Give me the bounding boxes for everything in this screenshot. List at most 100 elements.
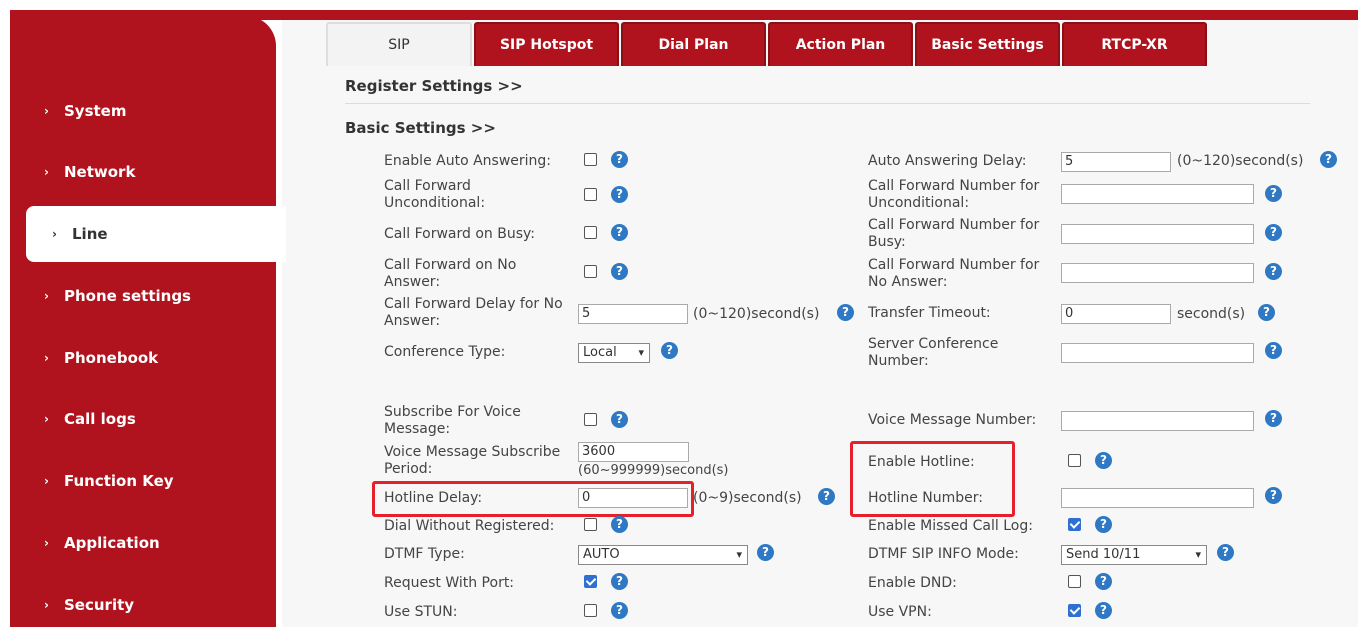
help-icon[interactable]: ?	[1265, 263, 1282, 280]
transfer-timeout-unit: second(s)	[1177, 306, 1246, 322]
help-icon[interactable]: ?	[1265, 487, 1282, 504]
conference-type-select[interactable]: Local ▾	[578, 343, 650, 363]
cfn-unconditional-label: Call Forward Number for Unconditional:	[868, 178, 1040, 211]
help-icon[interactable]: ?	[1217, 544, 1234, 561]
transfer-timeout-label: Transfer Timeout:	[868, 305, 991, 321]
dtmf-type-value: AUTO	[583, 547, 620, 562]
sidebar-item-label: Network	[64, 163, 136, 181]
help-icon[interactable]: ?	[611, 411, 628, 428]
request-with-port-checkbox[interactable]	[584, 575, 597, 588]
sidebar-item-phonebook[interactable]: › Phonebook	[10, 330, 276, 386]
help-icon[interactable]: ?	[611, 573, 628, 590]
enable-dnd-checkbox[interactable]	[1068, 575, 1081, 588]
help-icon[interactable]: ?	[1265, 410, 1282, 427]
hotline-number-input[interactable]	[1061, 488, 1254, 508]
help-icon[interactable]: ?	[1320, 151, 1337, 168]
chevron-right-icon: ›	[44, 536, 49, 550]
help-icon[interactable]: ?	[611, 516, 628, 533]
help-icon[interactable]: ?	[611, 186, 628, 203]
hotline-number-label: Hotline Number:	[868, 490, 984, 506]
missed-call-log-checkbox[interactable]	[1068, 518, 1081, 531]
tab-sip-hotspot[interactable]: SIP Hotspot	[474, 22, 619, 66]
help-icon[interactable]: ?	[611, 224, 628, 241]
enable-dnd-label: Enable DND:	[868, 575, 957, 591]
cf-delay-input[interactable]: 5	[578, 304, 688, 324]
help-icon[interactable]: ?	[1265, 224, 1282, 241]
help-icon[interactable]: ?	[611, 151, 628, 168]
use-stun-checkbox[interactable]	[584, 604, 597, 617]
chevron-right-icon: ›	[44, 289, 49, 303]
hotline-delay-unit: (0~9)second(s)	[693, 490, 802, 506]
sidebar-item-network[interactable]: › Network	[10, 144, 276, 200]
sidebar-item-label: Line	[72, 225, 108, 243]
sidebar-item-label: Call logs	[64, 410, 136, 428]
sidebar-item-security[interactable]: › Security	[10, 577, 276, 633]
dtmf-sip-info-select[interactable]: Send 10/11 ▾	[1061, 545, 1207, 565]
tab-basic-settings[interactable]: Basic Settings	[915, 22, 1060, 66]
tab-action-plan[interactable]: Action Plan	[768, 22, 913, 66]
sidebar: › System › Network › Line › Phone settings ›…	[10, 16, 286, 627]
dtmf-type-select[interactable]: AUTO ▾	[578, 545, 748, 565]
help-icon[interactable]: ?	[757, 544, 774, 561]
register-settings-link[interactable]: Register Settings >>	[345, 77, 523, 95]
use-vpn-checkbox[interactable]	[1068, 604, 1081, 617]
transfer-timeout-input[interactable]: 0	[1061, 304, 1171, 324]
vm-period-label: Voice Message Subscribe Period:	[384, 444, 561, 477]
hotline-delay-input[interactable]: 0	[578, 488, 688, 508]
chevron-right-icon: ›	[44, 104, 49, 118]
help-icon[interactable]: ?	[1095, 452, 1112, 469]
vm-number-input[interactable]	[1061, 411, 1254, 431]
help-icon[interactable]: ?	[818, 488, 835, 505]
help-icon[interactable]: ?	[837, 304, 854, 321]
help-icon[interactable]: ?	[1095, 516, 1112, 533]
cfn-busy-input[interactable]	[1061, 224, 1254, 244]
sidebar-item-label: Phone settings	[64, 287, 191, 305]
sidebar-item-system[interactable]: › System	[10, 83, 276, 139]
auto-answer-delay-input[interactable]: 5	[1061, 152, 1171, 172]
subscribe-vm-checkbox[interactable]	[584, 413, 597, 426]
vm-period-input[interactable]: 3600	[578, 442, 689, 462]
help-icon[interactable]: ?	[1265, 185, 1282, 202]
help-icon[interactable]: ?	[611, 602, 628, 619]
vm-period-unit: (60~999999)second(s)	[578, 463, 729, 478]
sidebar-item-label: System	[64, 102, 127, 120]
cf-busy-checkbox[interactable]	[584, 226, 597, 239]
conference-type-label: Conference Type:	[384, 344, 506, 360]
help-icon[interactable]: ?	[661, 342, 678, 359]
chevron-down-icon: ▾	[1195, 548, 1201, 561]
tab-dial-plan[interactable]: Dial Plan	[621, 22, 766, 66]
help-icon[interactable]: ?	[1095, 573, 1112, 590]
server-conference-input[interactable]	[1061, 343, 1254, 363]
vm-number-label: Voice Message Number:	[868, 412, 1037, 428]
help-icon[interactable]: ?	[1095, 602, 1112, 619]
use-stun-label: Use STUN:	[384, 604, 458, 620]
request-with-port-label: Request With Port:	[384, 575, 515, 591]
sidebar-item-phone-settings[interactable]: › Phone settings	[10, 268, 276, 324]
cfn-noanswer-label: Call Forward Number for No Answer:	[868, 257, 1040, 290]
sidebar-item-call-logs[interactable]: › Call logs	[10, 391, 276, 447]
help-icon[interactable]: ?	[611, 263, 628, 280]
chevron-right-icon: ›	[44, 598, 49, 612]
auto-answer-checkbox[interactable]	[584, 153, 597, 166]
cf-unconditional-checkbox[interactable]	[584, 188, 597, 201]
cfn-noanswer-input[interactable]	[1061, 263, 1254, 283]
auto-answer-delay-label: Auto Answering Delay:	[868, 153, 1027, 169]
enable-hotline-checkbox[interactable]	[1068, 454, 1081, 467]
cf-delay-label: Call Forward Delay for No Answer:	[384, 296, 563, 329]
help-icon[interactable]: ?	[1258, 304, 1275, 321]
cf-noanswer-checkbox[interactable]	[584, 265, 597, 278]
cf-busy-label: Call Forward on Busy:	[384, 226, 535, 242]
dial-without-registered-checkbox[interactable]	[584, 518, 597, 531]
hotline-delay-label: Hotline Delay:	[384, 490, 483, 506]
dtmf-sip-info-label: DTMF SIP INFO Mode:	[868, 546, 1019, 562]
section-divider	[345, 103, 1310, 104]
tab-sip[interactable]: SIP	[326, 22, 472, 66]
cfn-unconditional-input[interactable]	[1061, 184, 1254, 204]
sidebar-item-function-key[interactable]: › Function Key	[10, 453, 276, 509]
basic-settings-header[interactable]: Basic Settings >>	[345, 119, 496, 137]
sidebar-item-line[interactable]: › Line	[26, 206, 286, 262]
tab-rtcp-xr[interactable]: RTCP-XR	[1062, 22, 1207, 66]
help-icon[interactable]: ?	[1265, 342, 1282, 359]
sidebar-item-application[interactable]: › Application	[10, 515, 276, 571]
sidebar-item-label: Phonebook	[64, 349, 159, 367]
